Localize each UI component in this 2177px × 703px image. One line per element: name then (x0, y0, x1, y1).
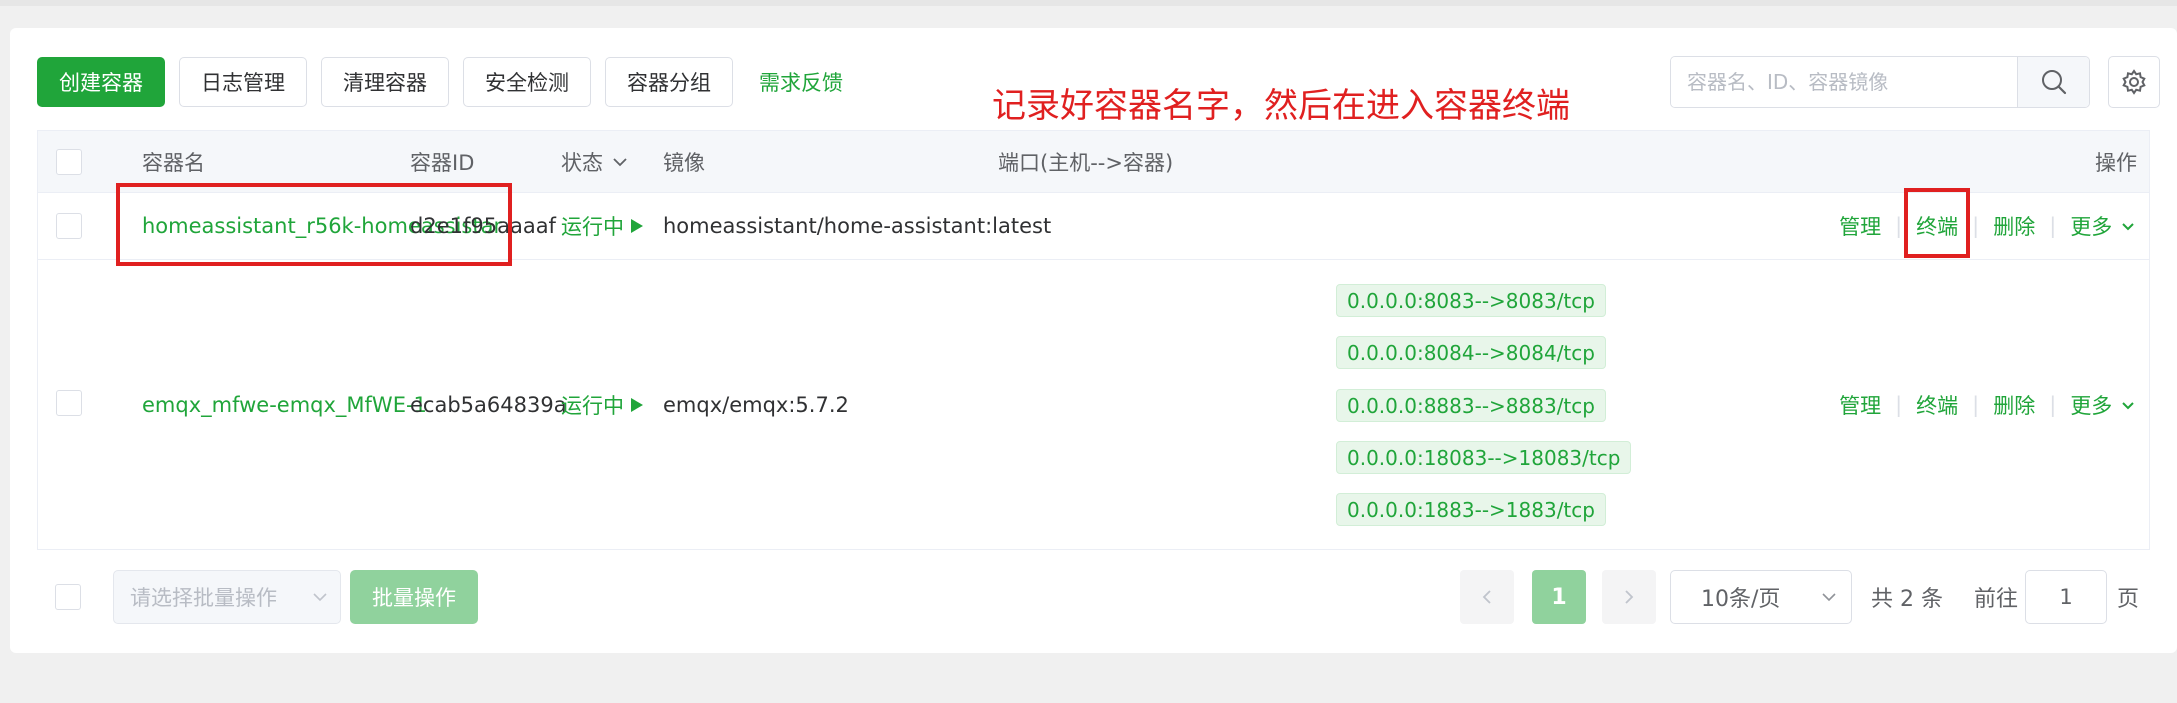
divider: | (1972, 393, 1980, 417)
row-actions: 管理 | 终端 | 删除 | 更多 (1839, 193, 2135, 259)
port-tag: 0.0.0.0:1883-->1883/tcp (1336, 493, 1606, 526)
table-footer: 请选择批量操作 批量操作 1 10条/页 共 2 条 前往 1 页 (37, 570, 2150, 626)
container-image: homeassistant/home-assistant:latest (663, 214, 1052, 238)
goto-label: 前往 (1974, 587, 2019, 612)
chevron-down-icon (1822, 593, 1836, 602)
status-running: 运行中 (561, 193, 644, 259)
search-box (1670, 56, 2090, 108)
chevron-down-icon (2122, 223, 2134, 231)
log-management-button[interactable]: 日志管理 (179, 57, 307, 107)
port-tag: 0.0.0.0:18083-->18083/tcp (1336, 441, 1632, 474)
play-icon (631, 398, 643, 412)
header-status-sort[interactable]: 状态 (561, 131, 629, 193)
divider: | (1972, 214, 1980, 238)
more-button[interactable]: 更多 (2070, 390, 2135, 420)
container-panel: 创建容器 日志管理 清理容器 安全检测 容器分组 需求反馈 记录好容器名字，然后… (10, 28, 2177, 653)
container-name-link[interactable]: emqx_mfwe-emqx_MfWE-1 (142, 260, 427, 550)
annotation-box-terminal (1904, 188, 1970, 258)
header-ops: 操作 (2095, 151, 2137, 175)
page-size-value: 10条/页 (1701, 587, 1781, 612)
header-ports: 端口(主机-->容器) (998, 151, 1174, 175)
container-image: emqx/emqx:5.7.2 (663, 393, 849, 417)
manage-button[interactable]: 管理 (1839, 211, 1881, 241)
port-tag: 0.0.0.0:8084-->8084/tcp (1336, 336, 1606, 369)
port-tag: 0.0.0.0:8083-->8083/tcp (1336, 284, 1606, 317)
row-checkbox[interactable] (56, 213, 82, 239)
chevron-down-icon (313, 593, 327, 602)
page-unit-label: 页 (2117, 587, 2140, 612)
toolbar: 创建容器 日志管理 清理容器 安全检测 容器分组 需求反馈 (37, 57, 843, 107)
header-status-label: 状态 (561, 151, 603, 175)
more-label: 更多 (2070, 394, 2113, 418)
security-check-button[interactable]: 安全检测 (463, 57, 591, 107)
divider: | (2049, 214, 2057, 238)
annotation-box-name (116, 183, 512, 266)
chevron-down-icon (2122, 402, 2134, 410)
settings-button[interactable] (2108, 56, 2160, 108)
more-label: 更多 (2070, 215, 2113, 239)
container-group-button[interactable]: 容器分组 (605, 57, 733, 107)
divider: | (2049, 393, 2057, 417)
select-all-checkbox[interactable] (56, 149, 82, 175)
annotation-text: 记录好容器名字，然后在进入容器终端 (992, 86, 1570, 126)
row-checkbox[interactable] (56, 390, 82, 416)
container-id: ecab5a64839a (410, 393, 567, 417)
goto-page-input[interactable]: 1 (2025, 570, 2107, 624)
gear-icon (2122, 69, 2146, 95)
status-label: 运行中 (561, 215, 624, 239)
terminal-button[interactable]: 终端 (1916, 390, 1958, 420)
search-input[interactable] (1671, 57, 2017, 107)
feedback-link[interactable]: 需求反馈 (759, 67, 843, 97)
status-running: 运行中 (561, 260, 644, 550)
divider: | (1895, 214, 1903, 238)
delete-button[interactable]: 删除 (1993, 211, 2035, 241)
search-icon (2041, 70, 2066, 95)
prev-page-button[interactable] (1460, 570, 1514, 624)
row-actions: 管理 | 终端 | 删除 | 更多 (1839, 260, 2135, 550)
header-image: 镜像 (663, 151, 705, 175)
batch-select-placeholder: 请选择批量操作 (130, 586, 277, 610)
manage-button[interactable]: 管理 (1839, 390, 1881, 420)
clean-container-button[interactable]: 清理容器 (321, 57, 449, 107)
divider: | (1895, 393, 1903, 417)
total-count: 共 2 条 (1871, 587, 1943, 612)
page-number-button[interactable]: 1 (1532, 570, 1586, 624)
create-container-button[interactable]: 创建容器 (37, 57, 165, 107)
delete-button[interactable]: 删除 (1993, 390, 2035, 420)
status-label: 运行中 (561, 394, 624, 418)
chevron-down-icon (613, 158, 627, 167)
table-row: emqx_mfwe-emqx_MfWE-1 ecab5a64839a 运行中 e… (38, 260, 2149, 550)
top-strip (0, 0, 2177, 6)
port-tag: 0.0.0.0:8883-->8883/tcp (1336, 389, 1606, 422)
chevron-right-icon (1625, 590, 1634, 604)
footer-select-all-checkbox[interactable] (55, 584, 81, 610)
batch-action-button[interactable]: 批量操作 (350, 570, 478, 624)
search-button[interactable] (2017, 57, 2089, 107)
play-icon (631, 219, 643, 233)
chevron-left-icon (1482, 590, 1491, 604)
next-page-button[interactable] (1602, 570, 1656, 624)
more-button[interactable]: 更多 (2070, 211, 2135, 241)
page-size-select[interactable]: 10条/页 (1670, 570, 1852, 624)
batch-action-select[interactable]: 请选择批量操作 (113, 570, 341, 624)
